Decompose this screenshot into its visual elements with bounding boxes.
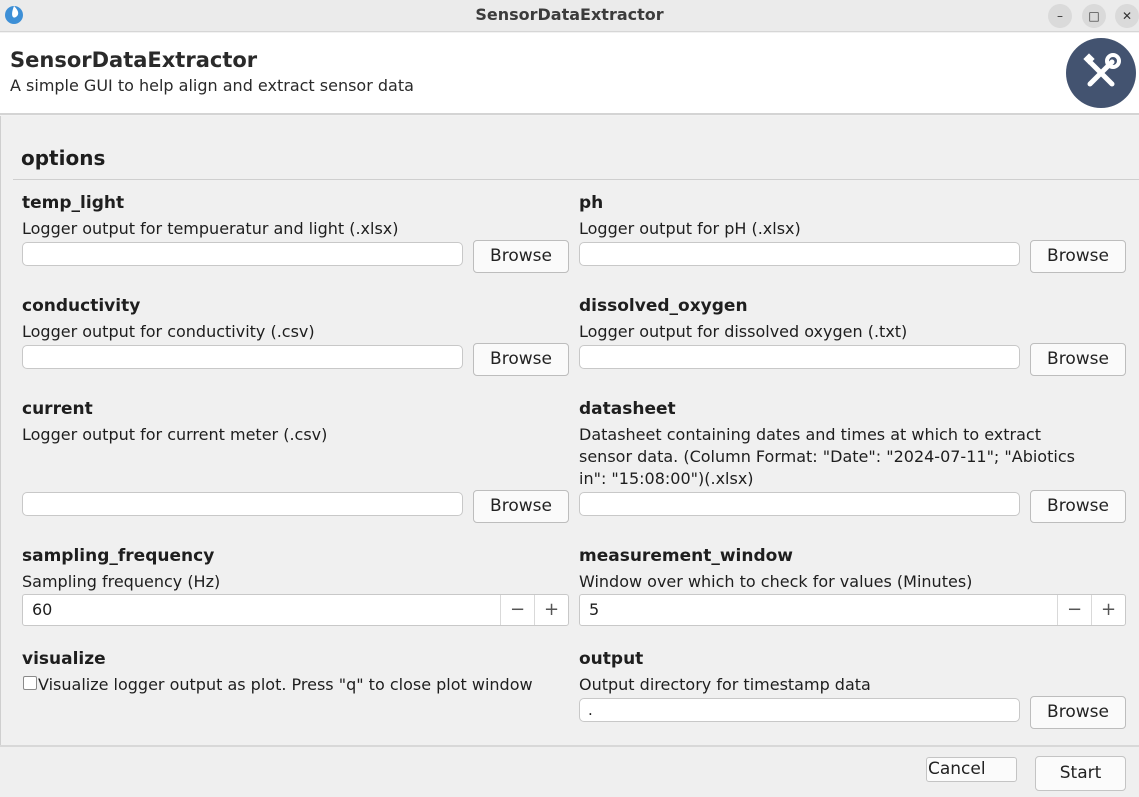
temp-light-browse-button[interactable]: Browse [473, 240, 569, 273]
output-path-input[interactable]: . [579, 698, 1020, 722]
spinbox-value[interactable]: 5 [589, 600, 599, 619]
field-sampling-frequency: sampling_frequency Sampling frequency (H… [22, 546, 572, 596]
field-visualize: visualize Visualize logger output as plo… [22, 649, 572, 699]
field-label: current [22, 399, 93, 419]
field-output: output Output directory for timestamp da… [579, 649, 1129, 699]
field-label: dissolved_oxygen [579, 296, 748, 316]
datasheet-browse-button[interactable]: Browse [1030, 490, 1126, 523]
field-current: current Logger output for current meter … [22, 399, 572, 479]
field-description: Logger output for conductivity (.csv) [22, 322, 315, 341]
field-label: visualize [22, 649, 106, 669]
cancel-button[interactable]: Cancel [926, 757, 1017, 782]
measurement-window-spinbox[interactable]: 5 − + [579, 594, 1126, 626]
conductivity-path-input[interactable] [22, 345, 463, 369]
divider [13, 179, 1139, 180]
ph-path-input[interactable] [579, 242, 1020, 266]
visualize-checkbox[interactable] [23, 676, 37, 690]
field-measurement-window: measurement_window Window over which to … [579, 546, 1129, 596]
field-description: Logger output for current meter (.csv) [22, 425, 328, 444]
increment-button[interactable]: + [1091, 595, 1125, 625]
app-subtitle: A simple GUI to help align and extract s… [10, 76, 414, 95]
field-label: output [579, 649, 644, 669]
field-datasheet: datasheet Datasheet containing dates and… [579, 399, 1129, 489]
field-description: Logger output for dissolved oxygen (.txt… [579, 322, 908, 341]
field-label: conductivity [22, 296, 141, 316]
field-label: datasheet [579, 399, 676, 419]
sampling-frequency-spinbox[interactable]: 60 − + [22, 594, 569, 626]
wrench-screwdriver-icon [1066, 38, 1136, 108]
field-description: Datasheet containing dates and times at … [579, 425, 1075, 488]
section-title: options [21, 146, 106, 170]
field-description: Sampling frequency (Hz) [22, 572, 221, 591]
field-description: Output directory for timestamp data [579, 675, 871, 694]
field-description: Logger output for tempueratur and light … [22, 219, 399, 238]
field-label: sampling_frequency [22, 546, 215, 566]
field-description: Window over which to check for values (M… [579, 572, 973, 591]
window-title: SensorDataExtractor [475, 5, 664, 24]
conductivity-browse-button[interactable]: Browse [473, 343, 569, 376]
current-browse-button[interactable]: Browse [473, 490, 569, 523]
field-label: measurement_window [579, 546, 794, 566]
spinbox-value[interactable]: 60 [32, 600, 52, 619]
start-button[interactable]: Start [1035, 756, 1126, 791]
checkbox-label[interactable]: Visualize logger output as plot. Press "… [38, 674, 533, 696]
increment-button[interactable]: + [534, 595, 568, 625]
decrement-button[interactable]: − [1057, 595, 1091, 625]
close-icon[interactable]: ✕ [1115, 4, 1139, 28]
app-name: SensorDataExtractor [10, 48, 258, 72]
decrement-button[interactable]: − [500, 595, 534, 625]
field-label: temp_light [22, 193, 125, 213]
current-path-input[interactable] [22, 492, 463, 516]
temp-light-path-input[interactable] [22, 242, 463, 266]
dissolved-oxygen-path-input[interactable] [579, 345, 1020, 369]
field-description: Logger output for pH (.xlsx) [579, 219, 801, 238]
title-bar: SensorDataExtractor – □ ✕ [0, 0, 1139, 32]
datasheet-path-input[interactable] [579, 492, 1020, 516]
field-label: ph [579, 193, 604, 213]
output-browse-button[interactable]: Browse [1030, 696, 1126, 729]
dissolved-oxygen-browse-button[interactable]: Browse [1030, 343, 1126, 376]
app-header: SensorDataExtractor A simple GUI to help… [0, 33, 1139, 115]
ph-browse-button[interactable]: Browse [1030, 240, 1126, 273]
maximize-icon[interactable]: □ [1082, 4, 1106, 28]
minimize-icon[interactable]: – [1048, 4, 1072, 28]
